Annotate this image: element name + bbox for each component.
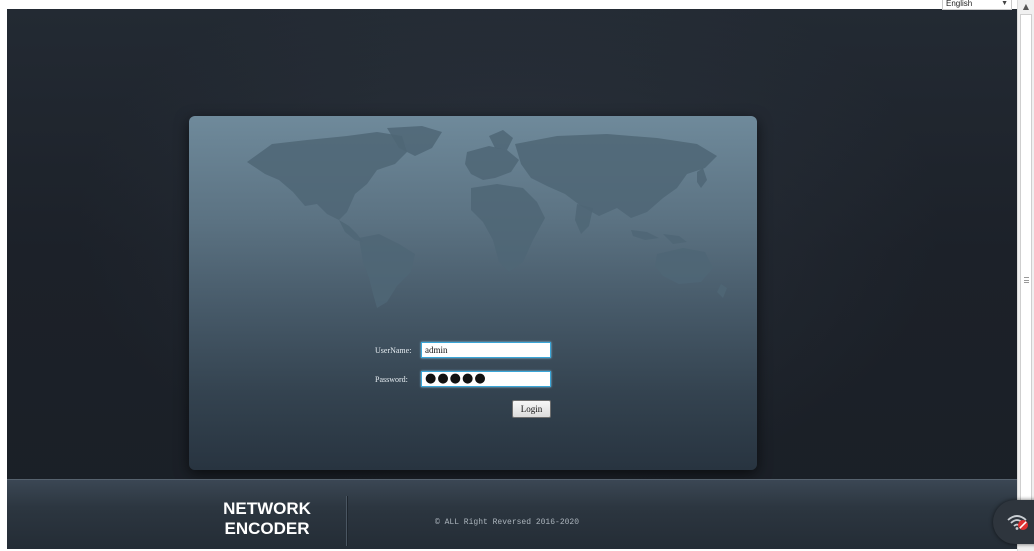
page-left-edge (0, 9, 7, 549)
login-page: UserName: admin Password: ●●●●● Login NE… (0, 0, 1034, 551)
vertical-scrollbar[interactable]: ▲ (1017, 0, 1034, 551)
scrollbar-thumb[interactable] (1020, 14, 1032, 538)
chevron-down-icon: ▼ (1001, 0, 1008, 7)
password-input[interactable]: ●●●●● (421, 371, 551, 387)
language-select[interactable]: English ▼ (942, 0, 1012, 10)
username-input[interactable]: admin (421, 342, 551, 358)
password-label: Password: (375, 375, 408, 384)
page-viewport: UserName: admin Password: ●●●●● Login NE… (0, 9, 1017, 549)
scroll-up-arrow-icon[interactable]: ▲ (1018, 0, 1034, 14)
brand-logo-text: NETWORK ENCODER (212, 499, 322, 539)
login-panel: UserName: admin Password: ●●●●● Login (189, 116, 757, 470)
footer-divider (346, 496, 348, 546)
page-footer: NETWORK ENCODER © ALL Right Reversed 201… (7, 479, 1017, 549)
language-select-value: English (946, 0, 973, 8)
network-status-widget[interactable] (993, 500, 1034, 544)
username-label: UserName: (375, 346, 412, 355)
login-button[interactable]: Login (512, 400, 551, 418)
wifi-off-icon (1007, 515, 1028, 530)
world-map-image (247, 126, 727, 308)
copyright-text: © ALL Right Reversed 2016-2020 (435, 518, 580, 527)
scrollbar-grip-icon (1024, 277, 1029, 283)
brand-line-2: ENCODER (224, 519, 310, 538)
brand-line-1: NETWORK (223, 499, 311, 518)
